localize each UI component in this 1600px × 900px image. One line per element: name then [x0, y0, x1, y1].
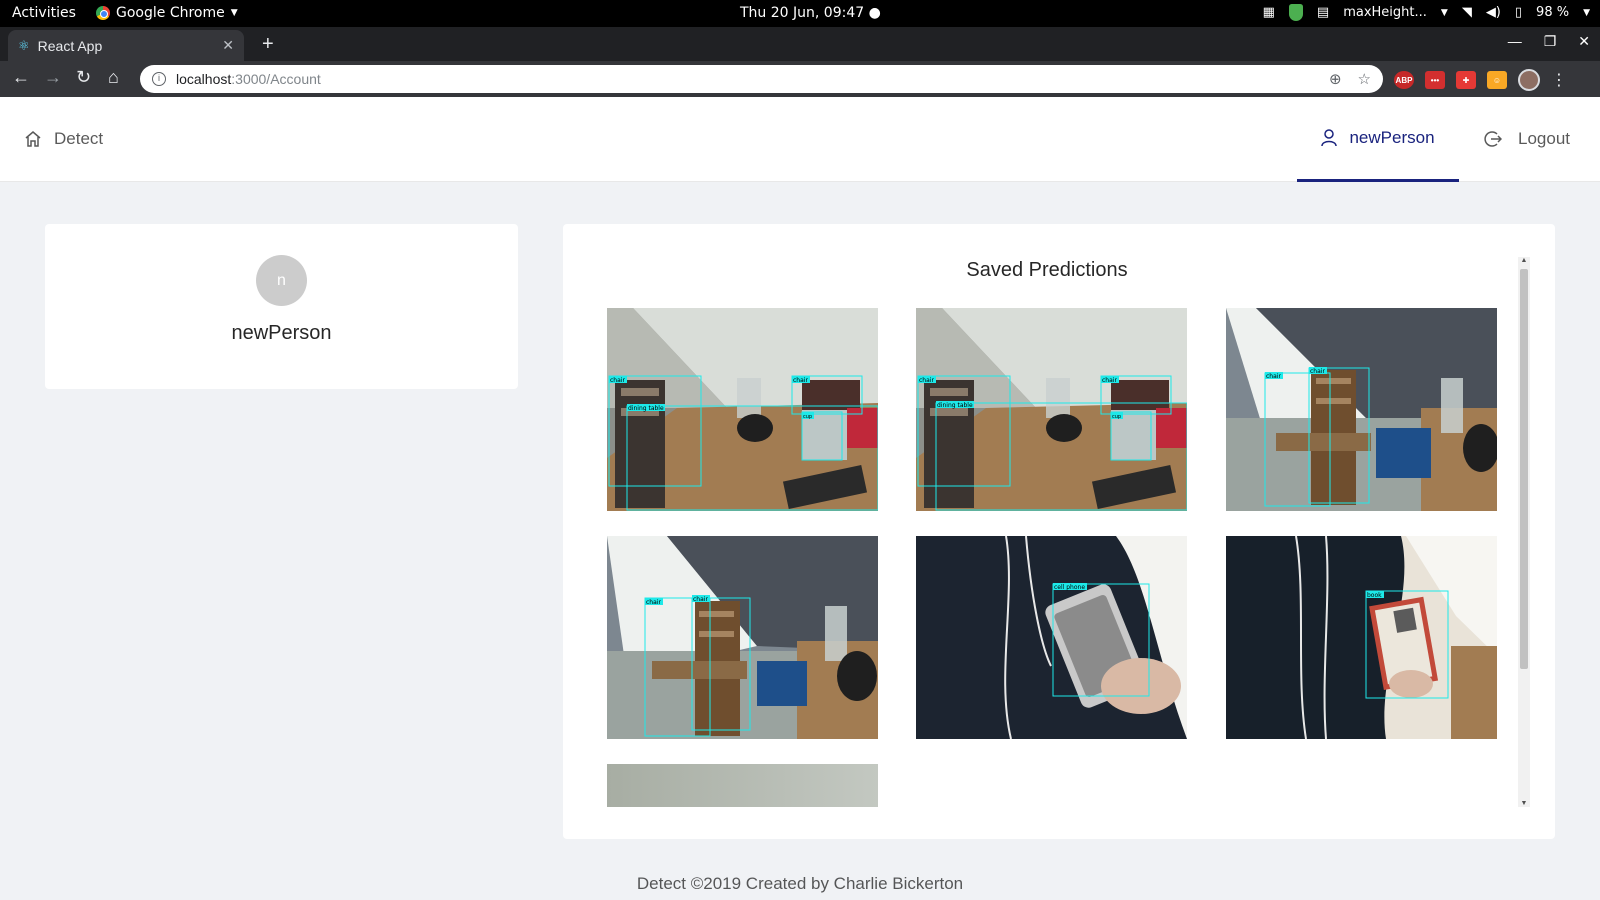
scrollbar-thumb[interactable]: [1520, 269, 1528, 669]
tab-react-app[interactable]: ⚛ React App ✕: [8, 30, 244, 61]
nav-detect[interactable]: Detect: [24, 129, 103, 149]
profile-avatar-icon[interactable]: [1518, 69, 1540, 91]
zoom-icon[interactable]: ⊕: [1329, 70, 1342, 88]
app-name: Google Chrome: [116, 5, 225, 21]
tab-strip: ⚛ React App ✕: [0, 27, 1600, 61]
close-window-icon[interactable]: ✕: [1578, 33, 1590, 50]
app-header: Detect newPerson Logout: [0, 97, 1600, 182]
nav-user-label: newPerson: [1349, 128, 1435, 147]
profile-card: n newPerson: [45, 224, 518, 389]
wifi-icon[interactable]: ◥: [1462, 5, 1472, 20]
svg-text:cup: cup: [1112, 414, 1121, 420]
menu-icon[interactable]: ⋮: [1551, 70, 1567, 90]
svg-text:chair: chair: [919, 377, 934, 384]
nav-detect-label: Detect: [54, 129, 104, 148]
svg-text:book: book: [1367, 592, 1382, 599]
scroll-up-icon[interactable]: ▲: [1519, 257, 1529, 264]
back-icon[interactable]: ←: [12, 67, 30, 88]
svg-text:chair: chair: [1310, 368, 1325, 375]
star-icon[interactable]: ☆: [1358, 70, 1371, 88]
grid-icon[interactable]: ▦: [1263, 5, 1275, 20]
address-bar[interactable]: i localhost :3000/Account ⊕ ☆: [140, 65, 1383, 93]
window-controls: — ❐ ✕: [1508, 33, 1590, 50]
extensions: ABP ••• ✚ ☺ ⋮: [1394, 69, 1567, 91]
footer: Detect ©2019 Created by Charlie Bickerto…: [636, 874, 964, 893]
chrome-icon: [96, 6, 110, 20]
svg-text:chair: chair: [610, 377, 625, 384]
caret-down-icon: ▼: [1440, 7, 1448, 18]
react-icon: ⚛: [18, 37, 30, 53]
shield-icon[interactable]: [1288, 4, 1303, 21]
url-path: :3000/Account: [231, 71, 321, 87]
url-host: localhost: [176, 71, 232, 87]
new-tab-icon[interactable]: +: [262, 33, 274, 56]
caret-down-icon: ▼: [230, 8, 238, 18]
window-label[interactable]: maxHeight...: [1343, 5, 1427, 20]
restore-icon[interactable]: ❐: [1544, 33, 1557, 50]
adblock-icon[interactable]: ABP: [1394, 71, 1414, 89]
svg-text:chair: chair: [1266, 373, 1281, 380]
home-icon: [25, 131, 41, 147]
activities-button[interactable]: Activities: [12, 5, 76, 21]
system-tray[interactable]: ▦ ▤ maxHeight... ▼ ◥ ◀) ▯ 98 % ▼: [1263, 4, 1590, 21]
prediction-image[interactable]: chair dining table chair cup: [916, 308, 1187, 511]
browser-toolbar: ← → ↻ ⌂ i localhost :3000/Account ⊕ ☆ AB…: [0, 61, 1600, 97]
prediction-image[interactable]: cell phone: [916, 536, 1187, 739]
svg-text:chair: chair: [646, 599, 661, 606]
prediction-image[interactable]: chair dining table chair cup: [607, 308, 878, 511]
minimize-icon[interactable]: —: [1508, 33, 1522, 50]
tab-title: React App: [37, 37, 103, 54]
saved-predictions-title: Saved Predictions: [966, 259, 1128, 281]
home-icon[interactable]: ⌂: [108, 67, 119, 88]
nav-logout[interactable]: Logout: [1484, 129, 1570, 149]
prediction-image[interactable]: chair chair: [607, 536, 878, 739]
svg-text:chair: chair: [1102, 377, 1117, 384]
user-icon: [1321, 129, 1338, 147]
reload-icon[interactable]: ↻: [76, 67, 91, 88]
profile-name: newPerson: [231, 322, 332, 344]
battery-percent: 98 %: [1536, 5, 1570, 20]
prediction-image[interactable]: book: [1226, 536, 1497, 739]
svg-text:chair: chair: [793, 377, 808, 384]
app-menu[interactable]: Google Chrome ▼: [96, 5, 238, 21]
svg-text:cell phone: cell phone: [1054, 584, 1085, 591]
nav-user[interactable]: newPerson: [1297, 97, 1459, 182]
saved-predictions-card: Saved Predictions chair dining table cha…: [563, 224, 1555, 839]
extension-toolbox-icon[interactable]: ✚: [1456, 71, 1476, 89]
svg-text:dining table: dining table: [628, 405, 664, 412]
close-icon[interactable]: ✕: [222, 37, 234, 54]
logout-icon: [1484, 131, 1502, 147]
svg-text:chair: chair: [693, 596, 708, 603]
forward-icon[interactable]: →: [44, 67, 62, 88]
avatar: n: [256, 255, 307, 306]
scrollbar[interactable]: ▲ ▼: [1518, 257, 1530, 807]
caret-down-icon: ▼: [1583, 7, 1590, 18]
nav-logout-label: Logout: [1518, 129, 1570, 148]
info-icon[interactable]: i: [152, 72, 166, 86]
svg-text:dining table: dining table: [937, 402, 973, 409]
prediction-image[interactable]: [607, 764, 878, 807]
extension-red-icon[interactable]: •••: [1425, 71, 1445, 89]
extension-face-icon[interactable]: ☺: [1487, 71, 1507, 89]
clock[interactable]: Thu 20 Jun, 09:47 ●: [740, 5, 881, 21]
prediction-image[interactable]: chair chair: [1226, 308, 1497, 511]
clipboard-icon[interactable]: ▤: [1317, 5, 1329, 20]
scroll-down-icon[interactable]: ▼: [1519, 800, 1529, 807]
volume-icon[interactable]: ◀): [1486, 5, 1501, 20]
system-top-bar: Activities Google Chrome ▼ Thu 20 Jun, 0…: [0, 0, 1600, 27]
svg-text:cup: cup: [803, 414, 812, 420]
battery-icon[interactable]: ▯: [1515, 5, 1522, 20]
